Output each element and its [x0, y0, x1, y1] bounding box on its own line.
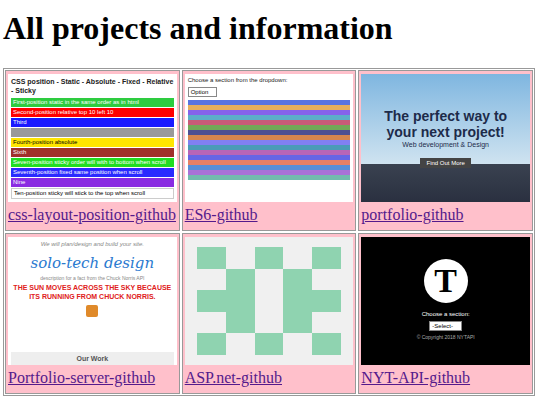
project-link[interactable]: ASP.net-github — [185, 369, 354, 387]
project-cell: CSS position - Static - Absolute - Fixed… — [5, 70, 180, 231]
preview-bar: Third — [11, 118, 174, 127]
identicon — [185, 237, 354, 365]
project-cell: We will plan/design and build your site.… — [5, 233, 180, 394]
project-link[interactable]: NYT-API-github — [361, 369, 530, 387]
identicon-tile — [283, 333, 312, 355]
identicon-tile — [255, 312, 284, 334]
preview-bar: Seventh-position fixed same position whe… — [11, 168, 174, 177]
projects-table: CSS position - Static - Absolute - Fixed… — [3, 68, 535, 396]
identicon-tile — [197, 290, 226, 312]
preview-section: Our Work — [11, 352, 174, 365]
preview-select: -Select- — [429, 321, 462, 331]
identicon-tile — [312, 290, 341, 312]
preview-bar: Seven-position sticky order will with to… — [11, 158, 174, 167]
identicon-tile — [197, 312, 226, 334]
identicon-tile — [197, 333, 226, 355]
nyt-logo-icon: T — [424, 259, 468, 303]
identicon-tile — [283, 269, 312, 291]
preview-bar: Sixth — [11, 148, 174, 157]
identicon-tile — [283, 312, 312, 334]
project-preview — [185, 237, 354, 365]
identicon-tile — [312, 269, 341, 291]
preview-fact: THE SUN MOVES ACROSS THE SKY BECAUSE ITS… — [11, 283, 174, 301]
identicon-tile — [226, 269, 255, 291]
identicon-tile — [226, 333, 255, 355]
project-link[interactable]: portfolio-github — [361, 206, 530, 224]
project-link[interactable]: Portfolio-server-github — [8, 369, 177, 387]
project-preview: Choose a section from the dropdown: Optio… — [185, 74, 354, 202]
identicon-tile — [283, 290, 312, 312]
preview-bar: First-position static in the same order … — [11, 98, 174, 107]
identicon-tile — [226, 290, 255, 312]
preview-subheading: Web development & Design — [402, 140, 489, 149]
preview-stripe — [188, 175, 351, 180]
identicon-tile — [312, 247, 341, 269]
preview-bar: Fourth-position absolute — [11, 138, 174, 147]
preview-bar: Nine — [11, 178, 174, 187]
identicon-tile — [197, 247, 226, 269]
project-preview: CSS position - Static - Absolute - Fixed… — [8, 74, 177, 202]
project-preview: T Choose a section: -Select- © Copyright 20… — [361, 237, 530, 365]
project-cell: T Choose a section: -Select- © Copyright 20… — [358, 233, 533, 394]
preview-select: Option — [188, 87, 218, 97]
page-title: All projects and information — [3, 10, 541, 46]
identicon-tile — [283, 247, 312, 269]
identicon-tile — [255, 290, 284, 312]
identicon-tile — [197, 269, 226, 291]
preview-heading: The perfect way to your next project! — [367, 108, 524, 140]
project-cell: ASP.net-github — [182, 233, 357, 394]
identicon-tile — [312, 333, 341, 355]
preview-tagline: We will plan/design and build your site. — [11, 241, 174, 249]
preview-prompt: Choose a section: — [422, 311, 470, 319]
fact-icon — [86, 305, 98, 317]
preview-brand: solo-tech design — [11, 254, 174, 272]
preview-bar: Second-position relative top 10 left 10 — [11, 108, 174, 117]
identicon-tile — [226, 247, 255, 269]
project-cell: Choose a section from the dropdown: Optio… — [182, 70, 357, 231]
identicon-tile — [255, 247, 284, 269]
preview-note: description for a fact from the Chuck No… — [11, 275, 174, 282]
preview-bar — [11, 128, 174, 137]
identicon-tile — [226, 312, 255, 334]
project-preview: We will plan/design and build your site.… — [8, 237, 177, 365]
identicon-tile — [312, 312, 341, 334]
preview-button: Find Out More — [420, 158, 470, 168]
identicon-tile — [255, 333, 284, 355]
project-link[interactable]: css-layout-position-github — [8, 206, 177, 224]
preview-footer: © Copyright 2018 NYTAPI — [417, 334, 475, 341]
preview-bar: Ten-position sticky will stick to the to… — [11, 188, 174, 199]
preview-prompt: Choose a section from the dropdown: — [188, 77, 351, 85]
project-preview: The perfect way to your next project!Web… — [361, 74, 530, 202]
project-cell: The perfect way to your next project!Web… — [358, 70, 533, 231]
identicon-tile — [255, 269, 284, 291]
project-link[interactable]: ES6-github — [185, 206, 354, 224]
preview-title: CSS position - Static - Absolute - Fixed… — [11, 77, 174, 95]
